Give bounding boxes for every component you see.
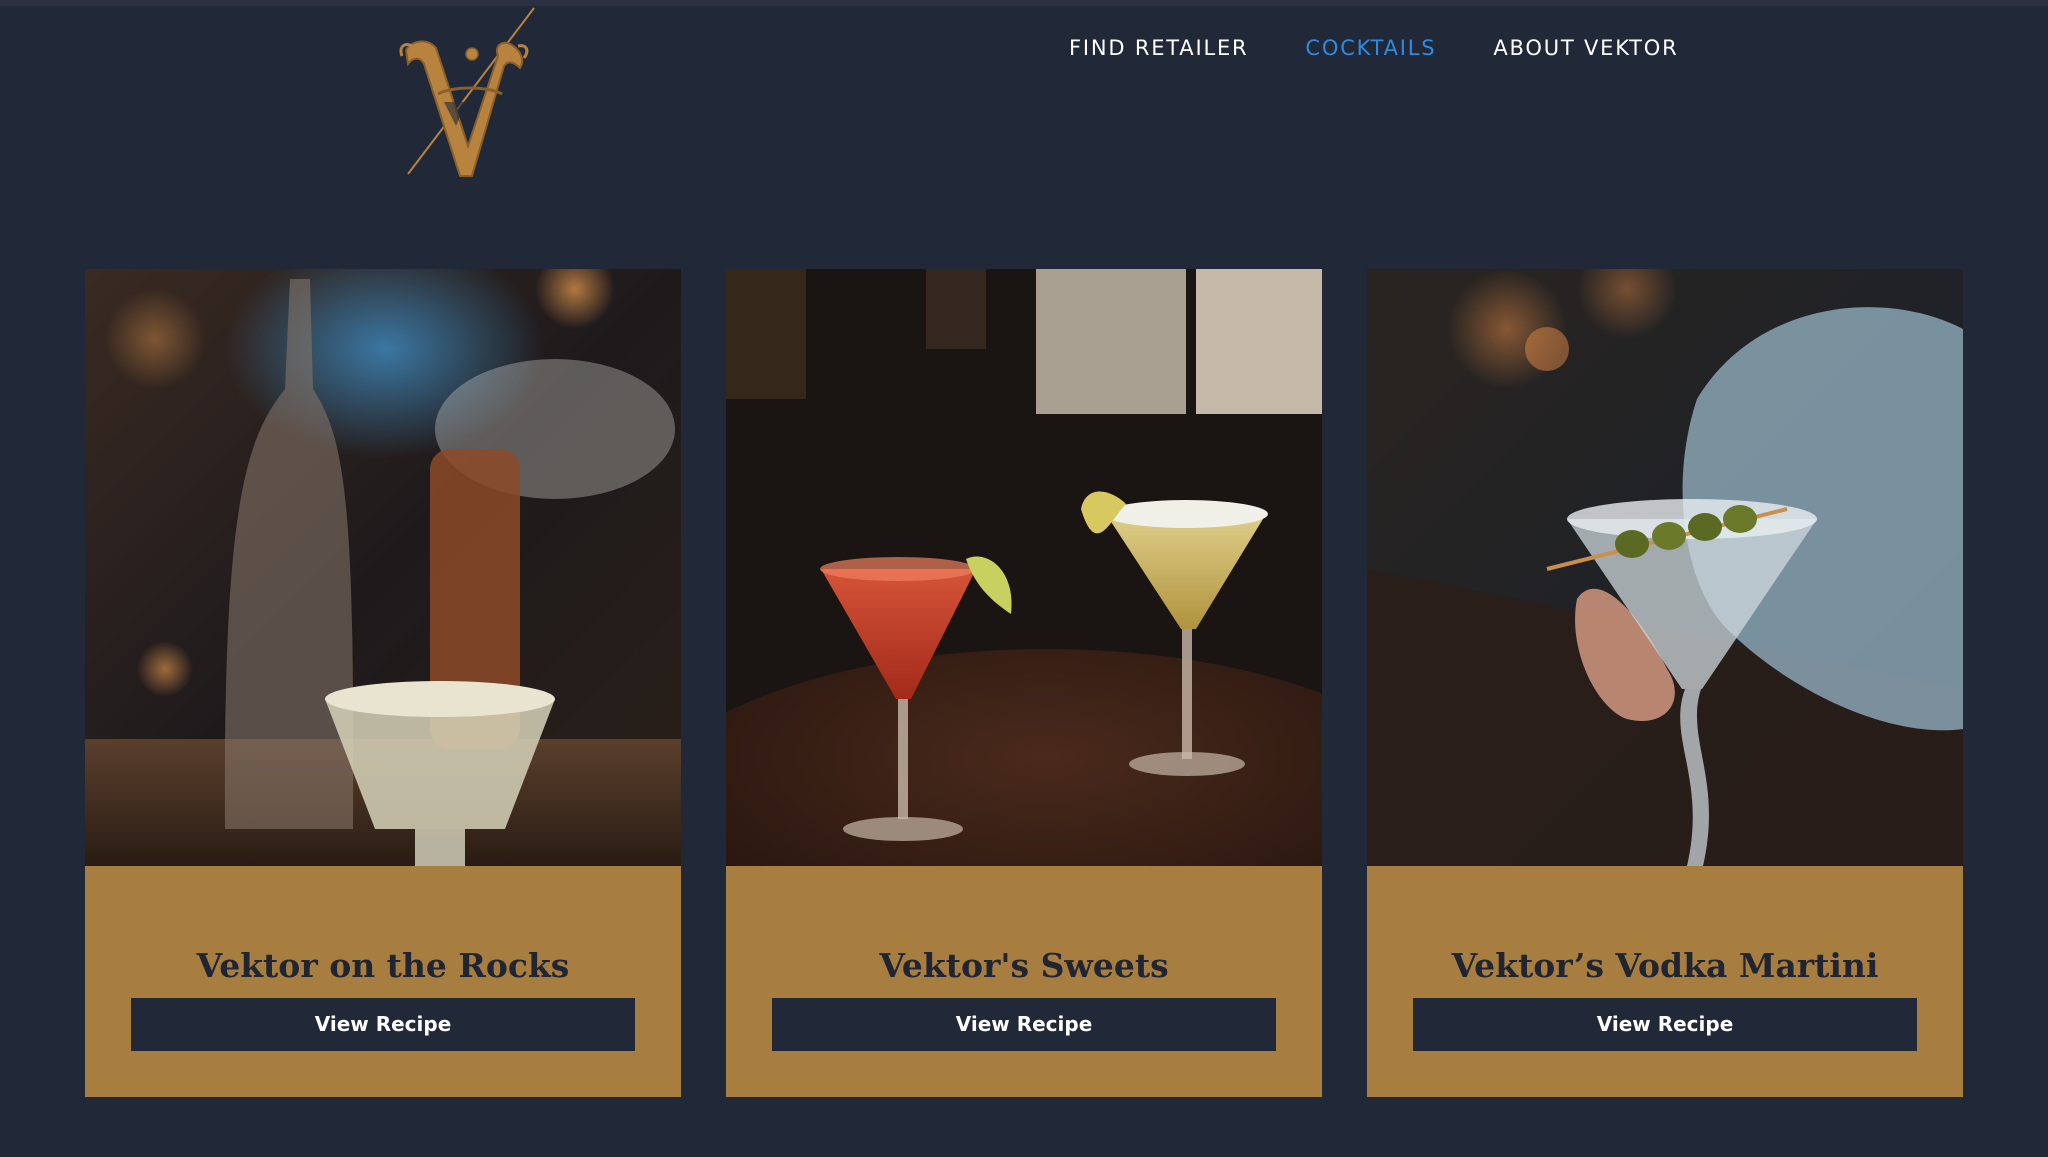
main-nav: FIND RETAILER COCKTAILS ABOUT VEKTOR xyxy=(1069,34,1679,62)
top-border xyxy=(0,0,2048,6)
view-recipe-button[interactable]: View Recipe xyxy=(1413,998,1917,1051)
cocktail-card: Vektor's Sweets View Recipe xyxy=(726,269,1322,1097)
two-martini-glasses-photo[interactable] xyxy=(726,269,1322,866)
cocktail-image xyxy=(726,269,1322,866)
view-recipe-button[interactable]: View Recipe xyxy=(131,998,635,1051)
v-logo-icon xyxy=(399,7,535,177)
card-title: Vektor's Sweets xyxy=(879,946,1169,985)
nav-find-retailer[interactable]: FIND RETAILER xyxy=(1069,34,1248,62)
nav-cocktails[interactable]: COCKTAILS xyxy=(1305,34,1436,62)
card-title: Vektor on the Rocks xyxy=(196,946,570,985)
cocktail-image xyxy=(85,269,681,866)
cocktail-image xyxy=(1367,269,1963,866)
cocktail-card: Vektor on the Rocks View Recipe xyxy=(85,269,681,1097)
vodka-martini-with-olives-photo[interactable] xyxy=(1367,269,1963,866)
cocktail-card: Vektor’s Vodka Martini View Recipe xyxy=(1367,269,1963,1097)
nav-about-vektor[interactable]: ABOUT VEKTOR xyxy=(1493,34,1678,62)
view-recipe-button[interactable]: View Recipe xyxy=(772,998,1276,1051)
cocktail-on-the-rocks-photo[interactable] xyxy=(85,269,681,866)
card-title: Vektor’s Vodka Martini xyxy=(1451,946,1879,985)
vektor-logo[interactable] xyxy=(398,6,540,182)
